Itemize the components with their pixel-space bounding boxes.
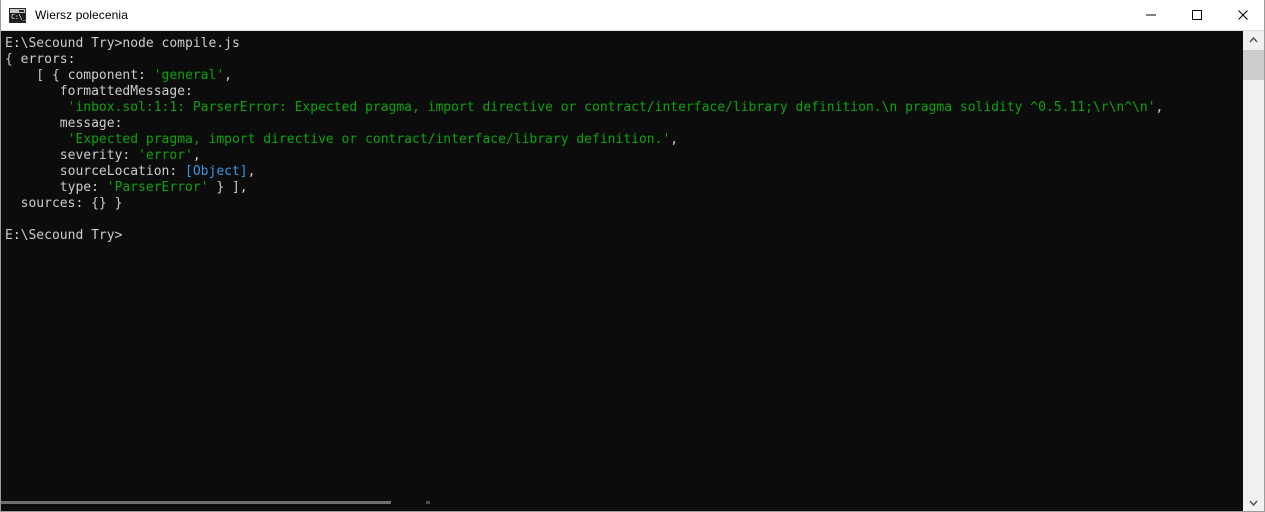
horizontal-scrollbar-thumb[interactable]	[1, 501, 391, 504]
minimize-button[interactable]	[1128, 0, 1174, 30]
line-type: type: 'ParserError' } ],	[5, 180, 248, 195]
title-bar[interactable]: C:\_ Wiersz polecenia	[1, 0, 1264, 31]
command-prompt-icon[interactable]: C:\_	[9, 7, 26, 23]
close-button[interactable]	[1220, 0, 1264, 30]
chevron-up-icon	[1249, 37, 1258, 43]
minimize-icon	[1146, 14, 1156, 16]
line-sourcelocation: sourceLocation: [Object],	[5, 164, 256, 179]
window-title: Wiersz polecenia	[35, 8, 128, 22]
window-controls	[1128, 0, 1264, 30]
scroll-down-button[interactable]	[1243, 494, 1264, 511]
console-output-area[interactable]: E:\Secound Try>node compile.js{ errors: …	[1, 31, 1244, 504]
vertical-scrollbar[interactable]	[1242, 31, 1264, 511]
maximize-icon	[1192, 10, 1202, 20]
scroll-up-button[interactable]	[1243, 31, 1264, 49]
vertical-scrollbar-thumb[interactable]	[1243, 50, 1264, 80]
close-icon	[1238, 10, 1248, 20]
line-blank	[5, 212, 1244, 228]
horizontal-scrollbar-marker	[426, 501, 430, 504]
command-prompt-window: C:\_ Wiersz polecenia E:\Secound Try>nod…	[0, 0, 1265, 512]
chevron-down-icon	[1249, 500, 1258, 506]
line-errors-open: { errors:	[5, 52, 76, 67]
line-prompt: E:\Secound Try>	[5, 228, 123, 243]
line-message-value: 'Expected pragma, import directive or co…	[67, 132, 679, 147]
line-command: E:\Secound Try>node compile.js	[5, 36, 240, 51]
line-sources: sources: {} }	[5, 196, 123, 211]
line-message-key: message:	[5, 116, 123, 131]
horizontal-scrollbar[interactable]	[1, 496, 1244, 504]
line-formattedmessage-key: formattedMessage:	[5, 84, 193, 99]
maximize-button[interactable]	[1174, 0, 1220, 30]
icon-prompt-text: C:\_	[11, 12, 26, 21]
line-severity: severity: 'error',	[5, 148, 201, 163]
line-formattedmessage-value: 'inbox.sol:1:1: ParserError: Expected pr…	[67, 100, 1164, 115]
line-component: [ { component: 'general',	[5, 68, 232, 83]
console-text: E:\Secound Try>node compile.js{ errors: …	[1, 31, 1244, 244]
